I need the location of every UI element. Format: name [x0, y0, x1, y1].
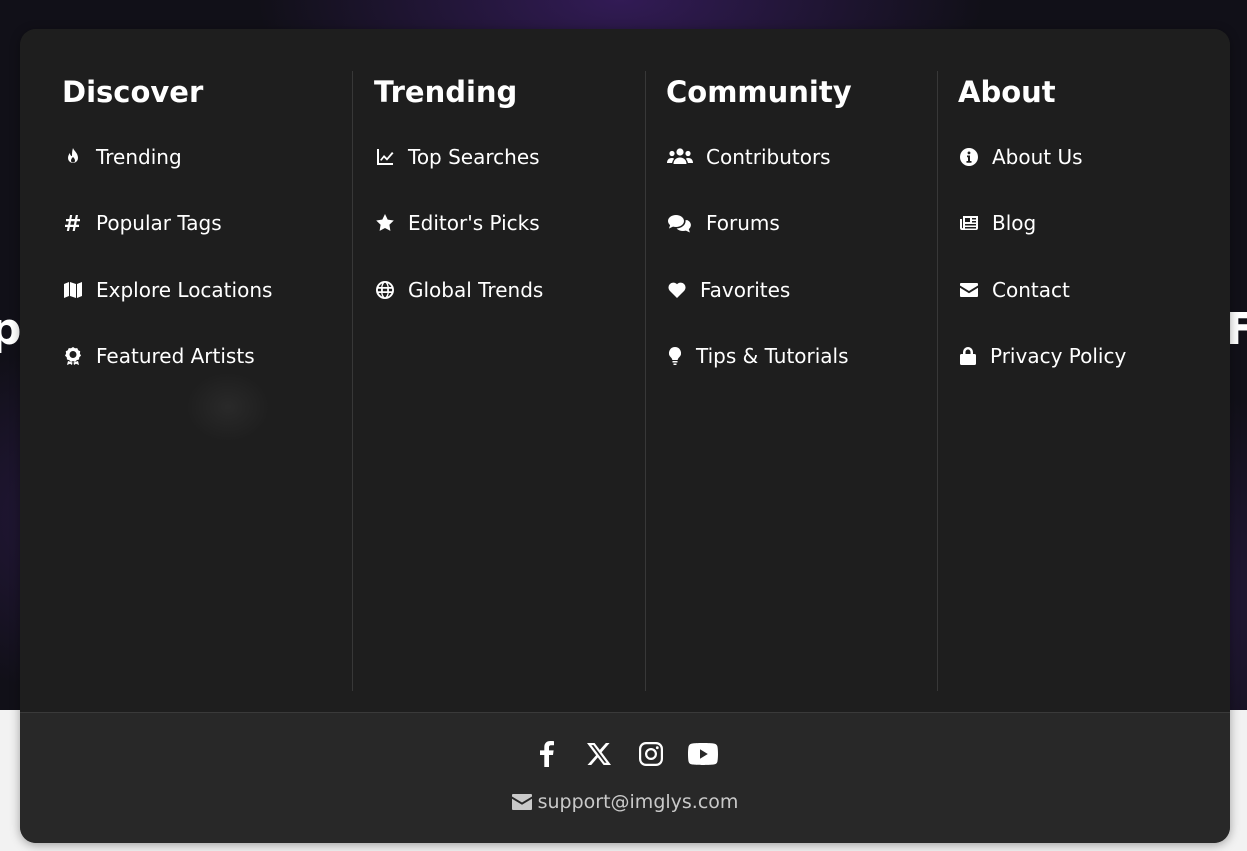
menu-item-privacy-policy[interactable]: Privacy Policy [958, 334, 1126, 378]
menu-item-label: Featured Artists [96, 343, 255, 368]
menu-item-favorites[interactable]: Favorites [666, 268, 849, 312]
menu-item-featured-artists[interactable]: Featured Artists [62, 334, 272, 378]
newspaper-icon [958, 212, 980, 234]
menu-list-trending: Top Searches Editor's Picks Global Trend… [374, 135, 543, 334]
menu-item-popular-tags[interactable]: Popular Tags [62, 201, 272, 245]
fire-icon [62, 146, 84, 168]
menu-item-label: Global Trends [408, 277, 544, 302]
menu-item-label: Editor's Picks [408, 211, 540, 236]
globe-icon [374, 279, 396, 301]
users-icon [666, 146, 694, 168]
star-icon [374, 212, 396, 234]
support-email[interactable]: support@imglys.com [20, 791, 1230, 813]
menu-item-label: Top Searches [408, 145, 540, 169]
support-email-text: support@imglys.com [537, 791, 739, 813]
menu-item-explore-locations[interactable]: Explore Locations [62, 268, 272, 312]
column-title-discover: Discover [62, 75, 204, 109]
column-title-community: Community [666, 75, 852, 109]
column-trending: Trending Top Searches Editor's Picks Glo… [374, 71, 644, 691]
menu-item-label: Popular Tags [96, 211, 222, 236]
youtube-icon[interactable] [688, 739, 718, 769]
column-title-trending: Trending [374, 75, 518, 109]
menu-footer: support@imglys.com [20, 712, 1230, 843]
instagram-icon[interactable] [636, 739, 666, 769]
menu-item-label: Explore Locations [96, 277, 273, 302]
column-divider [352, 71, 353, 691]
menu-item-label: Contact [992, 277, 1070, 302]
info-circle-icon [958, 146, 980, 168]
menu-item-editors-picks[interactable]: Editor's Picks [374, 201, 543, 245]
menu-item-label: Trending [96, 145, 182, 169]
menu-item-label: Contributors [706, 145, 831, 169]
menu-item-about-us[interactable]: About Us [958, 135, 1126, 179]
menu-item-global-trends[interactable]: Global Trends [374, 268, 543, 312]
map-icon [62, 279, 84, 301]
menu-item-label: Tips & Tutorials [696, 343, 849, 368]
column-discover: Discover Trending Popular Tags Explore L… [62, 71, 352, 691]
menu-item-label: Privacy Policy [990, 343, 1127, 368]
mega-menu-panel: Discover Trending Popular Tags Explore L… [20, 29, 1230, 843]
hashtag-icon [62, 212, 84, 234]
menu-item-tips-tutorials[interactable]: Tips & Tutorials [666, 334, 849, 378]
menu-item-contact[interactable]: Contact [958, 268, 1126, 312]
menu-item-label: Blog [992, 211, 1037, 236]
menu-item-contributors[interactable]: Contributors [666, 135, 849, 179]
menu-item-label: About Us [992, 145, 1083, 169]
envelope-icon [511, 794, 532, 810]
menu-item-blog[interactable]: Blog [958, 201, 1126, 245]
facebook-icon[interactable] [532, 739, 562, 769]
menu-list-community: Contributors Forums Favorites Tips & Tut… [666, 135, 849, 400]
heart-icon [666, 279, 688, 301]
lock-icon [958, 345, 978, 367]
menu-item-label: Favorites [700, 277, 791, 302]
menu-item-top-searches[interactable]: Top Searches [374, 135, 543, 179]
award-icon [62, 345, 84, 367]
social-links [20, 739, 1230, 769]
menu-item-forums[interactable]: Forums [666, 201, 849, 245]
column-title-about: About [958, 75, 1056, 109]
column-about: About About Us Blog Contact Privacy Poli… [958, 71, 1208, 691]
menu-list-about: About Us Blog Contact Privacy Policy [958, 135, 1126, 400]
menu-columns-area: Discover Trending Popular Tags Explore L… [20, 29, 1230, 712]
envelope-icon [958, 279, 980, 301]
menu-item-label: Forums [706, 211, 780, 236]
column-divider [937, 71, 938, 691]
line-chart-icon [374, 146, 396, 168]
lightbulb-icon [666, 345, 684, 367]
column-community: Community Contributors Forums Favorites … [666, 71, 936, 691]
menu-item-trending[interactable]: Trending [62, 135, 272, 179]
comments-icon [666, 212, 694, 234]
menu-list-discover: Trending Popular Tags Explore Locations [62, 135, 272, 400]
x-icon[interactable] [584, 739, 614, 769]
column-divider [645, 71, 646, 691]
